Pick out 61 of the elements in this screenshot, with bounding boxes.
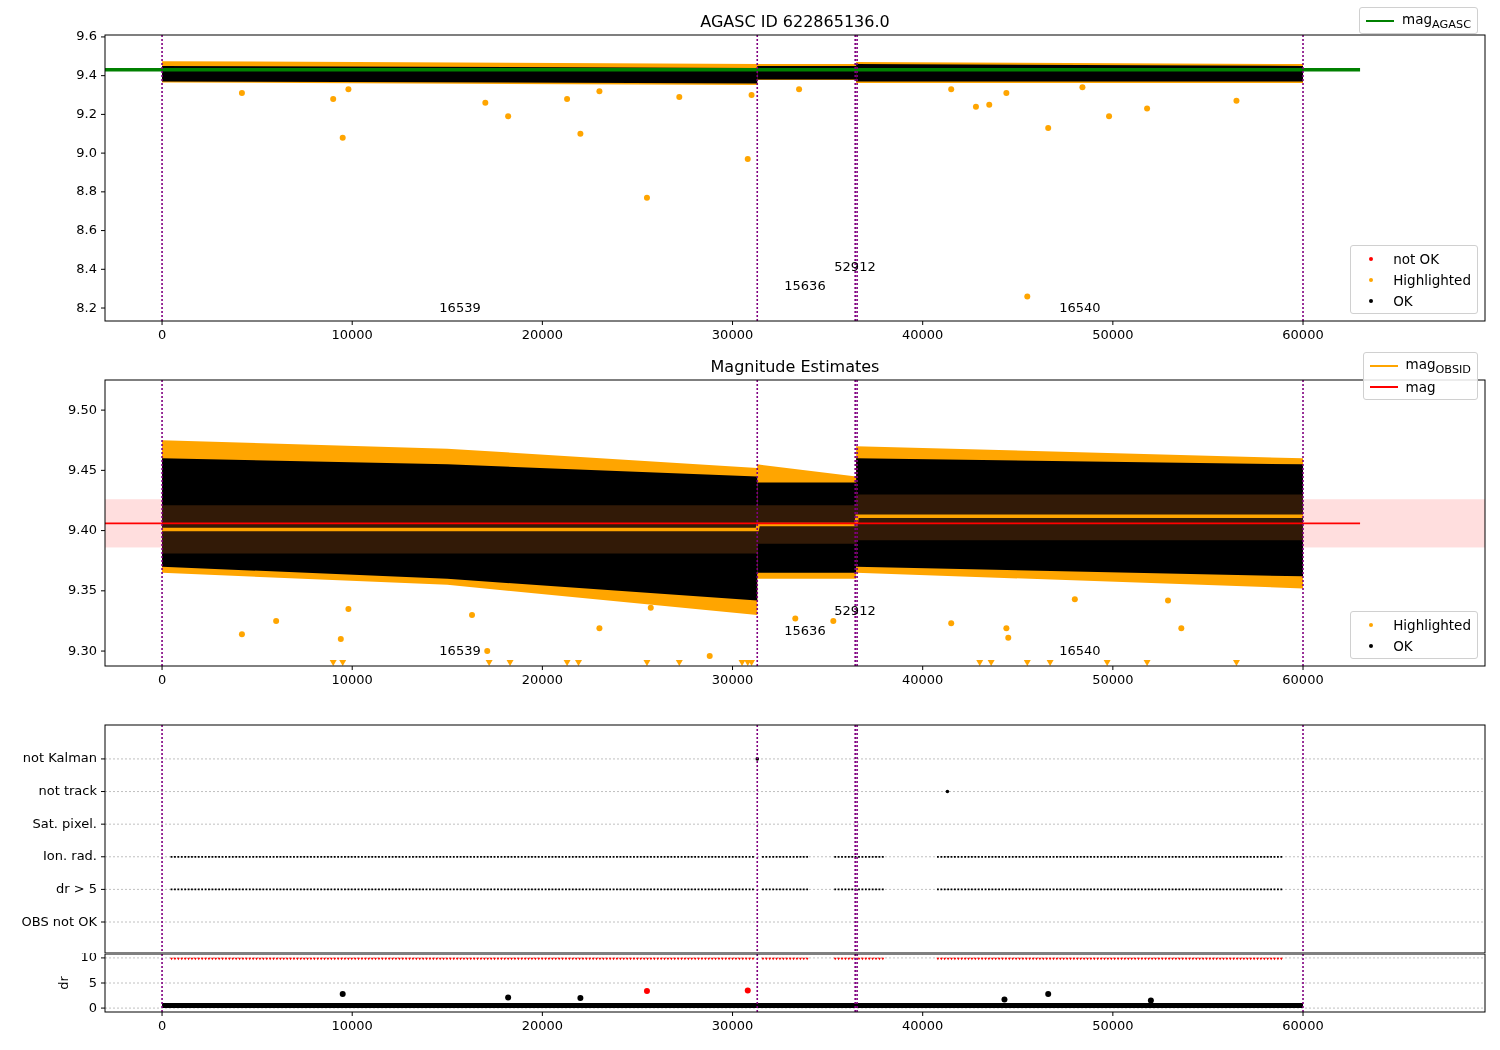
tick-label: 50000 [1092,327,1134,342]
legend-label: mag [1405,378,1436,395]
tick-label: 20000 [521,327,564,342]
tick-label: 40000 [902,1018,944,1033]
legend-label: mag$_{AGASC}$ [1402,10,1471,31]
tick-label: 9.6 [76,28,97,44]
tick-label: 8.2 [76,299,97,315]
tick-label: 20000 [521,1018,564,1033]
chart-title: Magnitude Estimates [710,357,880,376]
tick-label: 40000 [902,327,944,342]
tick-label: 9.45 [68,461,97,477]
legend-label: OK [1393,292,1413,309]
chart-title: AGASC ID 622865136.0 [700,12,890,31]
tick-label: 9.30 [68,642,97,658]
legend-label: OK [1393,637,1413,654]
tick-label: 10000 [331,672,373,687]
row-label: OBS not OK [21,913,97,929]
row-label: dr > 5 [55,880,97,896]
tick-label: 8.6 [76,222,97,238]
tick-label: 60000 [1282,327,1324,342]
tick-label: 8.8 [76,183,97,199]
tick-label: 9.50 [68,401,97,417]
tick-label: 0 [157,672,167,687]
legend-label: mag$_{OBSID}$ [1405,355,1471,376]
legend-label: Highlighted [1393,616,1471,633]
obsid-label: 16539 [439,299,481,315]
tick-label: 50000 [1092,672,1134,687]
obsid-label: 15636 [784,623,826,639]
tick-label: 0 [157,1018,167,1033]
tick-label: 5 [88,974,97,990]
tick-label: 9.35 [68,582,97,598]
row-label: Ion. rad. [43,848,97,864]
row-label: not Kalman [22,750,97,766]
tick-label: 9.0 [76,144,97,160]
tick-label: 10000 [331,1018,373,1033]
obsid-label: 16540 [1059,642,1101,658]
tick-label: 30000 [711,327,754,342]
legend-label: Highlighted [1393,271,1471,288]
row-label: Sat. pixel. [32,815,97,831]
row-label: not track [38,783,97,799]
obsid-label: 16539 [439,642,481,658]
tick-label: 10000 [331,327,373,342]
tick-label: 9.4 [76,67,97,83]
obsid-label: 15636 [784,278,826,294]
tick-label: 30000 [711,672,754,687]
obsid-label: 16540 [1059,299,1101,315]
tick-label: 0 [88,999,97,1015]
tick-label: 40000 [902,672,944,687]
tick-label: 9.2 [76,105,97,121]
tick-label: 9.40 [68,522,97,538]
tick-label: 60000 [1282,1018,1324,1033]
tick-label: 0 [157,327,167,342]
obsid-label: 52912 [834,258,876,274]
obsid-label: 52912 [834,602,876,618]
tick-label: 60000 [1282,672,1324,687]
tick-label: 30000 [711,1018,754,1033]
axis-label: dr [56,976,71,990]
tick-label: 8.4 [76,260,97,276]
tick-label: 20000 [521,672,564,687]
legend-label: not OK [1393,250,1440,267]
tick-label: 50000 [1092,1018,1134,1033]
